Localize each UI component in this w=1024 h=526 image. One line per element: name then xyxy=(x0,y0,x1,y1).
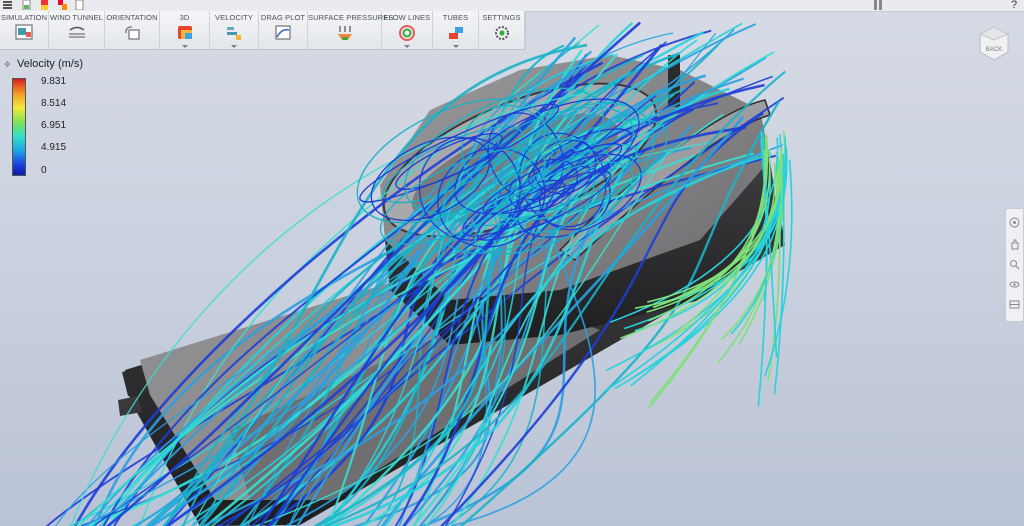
flow-lines-icon xyxy=(399,25,415,41)
legend-tick-max: 9.831 xyxy=(41,76,67,87)
ribbon-tab-settings[interactable]: SETTINGS xyxy=(479,11,525,49)
ribbon-tab-orientation[interactable]: ORIENTATION xyxy=(105,11,160,49)
ribbon-tab-drag-plot[interactable]: DRAG PLOT xyxy=(259,11,308,49)
ribbon-tab-label: TUBES xyxy=(442,13,469,22)
ribbon-tab-label: 3D xyxy=(179,13,190,22)
ribbon-tab-flow-lines[interactable]: FLOW LINES xyxy=(382,11,433,49)
legend-tick: 6.951 xyxy=(41,120,67,131)
ribbon-tab-surface-pressures[interactable]: SURFACE PRESSURES xyxy=(308,11,394,49)
pan-icon[interactable] xyxy=(1009,239,1020,250)
ribbon-tab-simulation[interactable]: SIMULATION xyxy=(0,11,49,49)
legend-tick: 8.514 xyxy=(41,98,67,109)
ribbon-tab-label: SIMULATION xyxy=(0,13,48,22)
help-icon[interactable]: ? xyxy=(1006,0,1022,11)
legend-tick: 4.915 xyxy=(41,142,67,153)
steering-wheel-icon[interactable] xyxy=(1009,217,1020,228)
wind-tunnel-icon xyxy=(68,26,85,38)
ribbon-toolbar: SIMULATION WIND TUNNEL ORIENTATION 3D VELOCI… xyxy=(0,11,526,50)
ribbon-tab-label: VELOCITY xyxy=(215,13,253,22)
simulation-icon xyxy=(15,24,33,40)
dropdown-caret-icon[interactable] xyxy=(452,45,459,48)
paint-icon[interactable] xyxy=(58,0,67,10)
blank-page-icon[interactable] xyxy=(75,0,84,10)
surface-pressures-icon xyxy=(337,26,352,40)
velocity-icon xyxy=(227,27,241,40)
3d-icon xyxy=(177,26,192,39)
drag-plot-icon xyxy=(275,25,291,40)
look-at-icon[interactable] xyxy=(1009,299,1020,310)
viewcube[interactable]: BACK xyxy=(974,24,1014,64)
restore-window-icon[interactable] xyxy=(873,0,883,10)
tubes-icon xyxy=(448,27,463,39)
legend-tick-min: 0 xyxy=(41,165,47,176)
new-document-icon[interactable] xyxy=(22,0,31,10)
zoom-icon[interactable] xyxy=(1009,259,1020,270)
ribbon-tab-label: WIND TUNNEL xyxy=(49,13,104,22)
ribbon-tab-label: ORIENTATION xyxy=(106,13,158,22)
viewcube-face-label[interactable]: BACK xyxy=(986,47,1002,53)
navigation-bar xyxy=(1005,208,1024,322)
orientation-icon xyxy=(125,26,140,40)
velocity-legend: ✥ Velocity (m/s) 9.831 8.514 6.951 4.915… xyxy=(4,56,114,181)
orbit-icon[interactable] xyxy=(1009,279,1020,290)
viewport-3d[interactable] xyxy=(0,0,1024,526)
pin-icon[interactable]: ✥ xyxy=(4,60,11,69)
settings-icon xyxy=(494,26,509,40)
color-scale-bar xyxy=(12,78,26,176)
ribbon-tab-label: DRAG PLOT xyxy=(260,13,306,22)
ribbon-tab-label: FLOW LINES xyxy=(383,13,431,22)
ribbon-tab-wind-tunnel[interactable]: WIND TUNNEL xyxy=(49,11,105,49)
legend-title: Velocity (m/s) xyxy=(17,58,84,70)
menu-icon[interactable] xyxy=(3,0,12,10)
ribbon-tab-label: SURFACE PRESSURES xyxy=(308,13,394,22)
ribbon-tab-label: SETTINGS xyxy=(482,13,521,22)
ribbon-tab-tubes[interactable]: TUBES xyxy=(433,11,479,49)
dropdown-caret-icon[interactable] xyxy=(181,45,188,48)
gradient-icon[interactable] xyxy=(40,0,49,10)
dropdown-caret-icon[interactable] xyxy=(231,45,237,48)
ribbon-tab-3d[interactable]: 3D xyxy=(160,11,210,49)
dropdown-caret-icon[interactable] xyxy=(404,45,410,48)
ribbon-tab-velocity[interactable]: VELOCITY xyxy=(210,11,259,49)
